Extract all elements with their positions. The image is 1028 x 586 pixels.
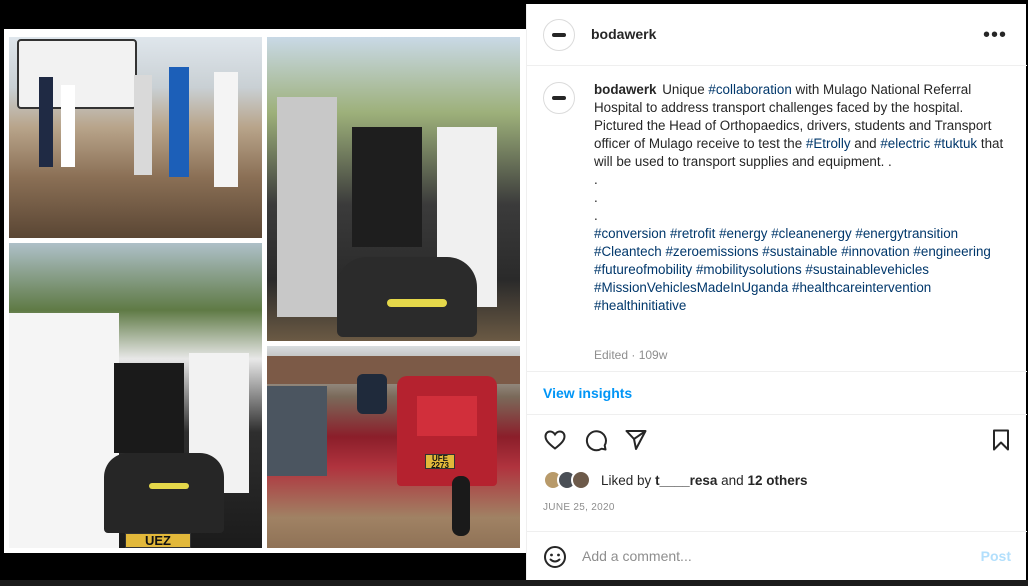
post-age: 109w	[638, 348, 668, 362]
photo-group-standing	[9, 37, 262, 238]
save-icon[interactable]	[989, 428, 1013, 452]
comment-icon[interactable]	[584, 428, 608, 452]
post-header: bodawerk •••	[527, 4, 1027, 66]
caption-segment: Unique	[662, 82, 709, 97]
comment-bar: Post	[527, 531, 1027, 582]
comment-input[interactable]	[582, 548, 962, 564]
post-panel: bodawerk ••• bodawerk Unique #collaborat…	[526, 4, 1027, 582]
hashtag-link[interactable]: #engineering	[913, 244, 990, 259]
liked-user[interactable]: t____resa	[655, 473, 717, 488]
bottom-strip	[0, 580, 1028, 586]
caption-hashtags: #conversion #retrofit #energy #cleanener…	[594, 226, 991, 313]
avatar[interactable]	[543, 19, 575, 51]
post-media[interactable]: UEZ UFE 2273	[4, 29, 526, 553]
post-date: JUNE 25, 2020	[543, 502, 615, 513]
hashtag-link[interactable]: #energy	[719, 226, 767, 241]
hashtag-link[interactable]: #Cleantech	[594, 244, 662, 259]
hashtag-link[interactable]: #conversion	[594, 226, 666, 241]
hashtag-link[interactable]: #MissionVehiclesMadeInUganda	[594, 280, 788, 295]
hashtag-link[interactable]: #energytransition	[855, 226, 958, 241]
view-insights-link[interactable]: View insights	[543, 385, 632, 401]
more-options-icon[interactable]: •••	[983, 24, 1007, 47]
hashtag-link[interactable]: #innovation	[841, 244, 910, 259]
caption-hashtag[interactable]: #electric	[880, 136, 930, 151]
liked-and: and	[721, 473, 744, 488]
edited-timestamp: Edited · 109w	[594, 348, 668, 362]
photo-red-tuktuk: UFE 2273	[267, 346, 520, 548]
caption-dot: .	[594, 208, 598, 223]
liked-by-text: Liked by t____resa and 12 others	[601, 473, 807, 488]
liked-prefix: Liked by	[601, 473, 652, 488]
insights-bar: View insights	[527, 371, 1027, 415]
hashtag-link[interactable]: #cleanenergy	[771, 226, 851, 241]
photo-tuktuk-inspection: UEZ	[9, 243, 262, 548]
post-comment-button[interactable]: Post	[981, 548, 1011, 564]
hashtag-link[interactable]: #futureofmobility	[594, 262, 692, 277]
caption-dot: .	[594, 172, 598, 187]
caption-avatar[interactable]	[543, 82, 575, 114]
like-icon[interactable]	[543, 428, 567, 452]
hashtag-link[interactable]: #sustainable	[762, 244, 837, 259]
liker-avatar[interactable]	[571, 470, 591, 490]
caption-hashtag[interactable]: #tuktuk	[934, 136, 977, 151]
hashtag-link[interactable]: #mobilitysolutions	[696, 262, 802, 277]
caption-segment: and	[850, 136, 881, 151]
hashtag-link[interactable]: #healthinitiative	[594, 298, 686, 313]
hashtag-link[interactable]: #retrofit	[670, 226, 715, 241]
hashtag-link[interactable]: #healthcareintervention	[792, 280, 931, 295]
emoji-icon[interactable]	[543, 545, 567, 569]
liked-others[interactable]: 12 others	[747, 473, 807, 488]
caption-hashtag[interactable]: #collaboration	[708, 82, 791, 97]
license-plate: UEZ	[125, 533, 191, 548]
photo-driver-on-tuktuk	[267, 37, 520, 341]
edited-label: Edited	[594, 348, 629, 362]
hashtag-link[interactable]: #sustainablevehicles	[805, 262, 929, 277]
caption-dots: ...	[594, 171, 1004, 225]
license-plate-red: UFE 2273	[425, 454, 455, 470]
share-icon[interactable]	[624, 428, 648, 452]
caption-username[interactable]: bodawerk	[594, 82, 657, 97]
caption-hashtag[interactable]: #Etrolly	[806, 136, 851, 151]
header-username[interactable]: bodawerk	[591, 26, 656, 42]
post-caption: bodawerk Unique #collaboration with Mula…	[594, 81, 1004, 315]
hashtag-link[interactable]: #zeroemissions	[665, 244, 758, 259]
caption-dot: .	[594, 190, 598, 205]
